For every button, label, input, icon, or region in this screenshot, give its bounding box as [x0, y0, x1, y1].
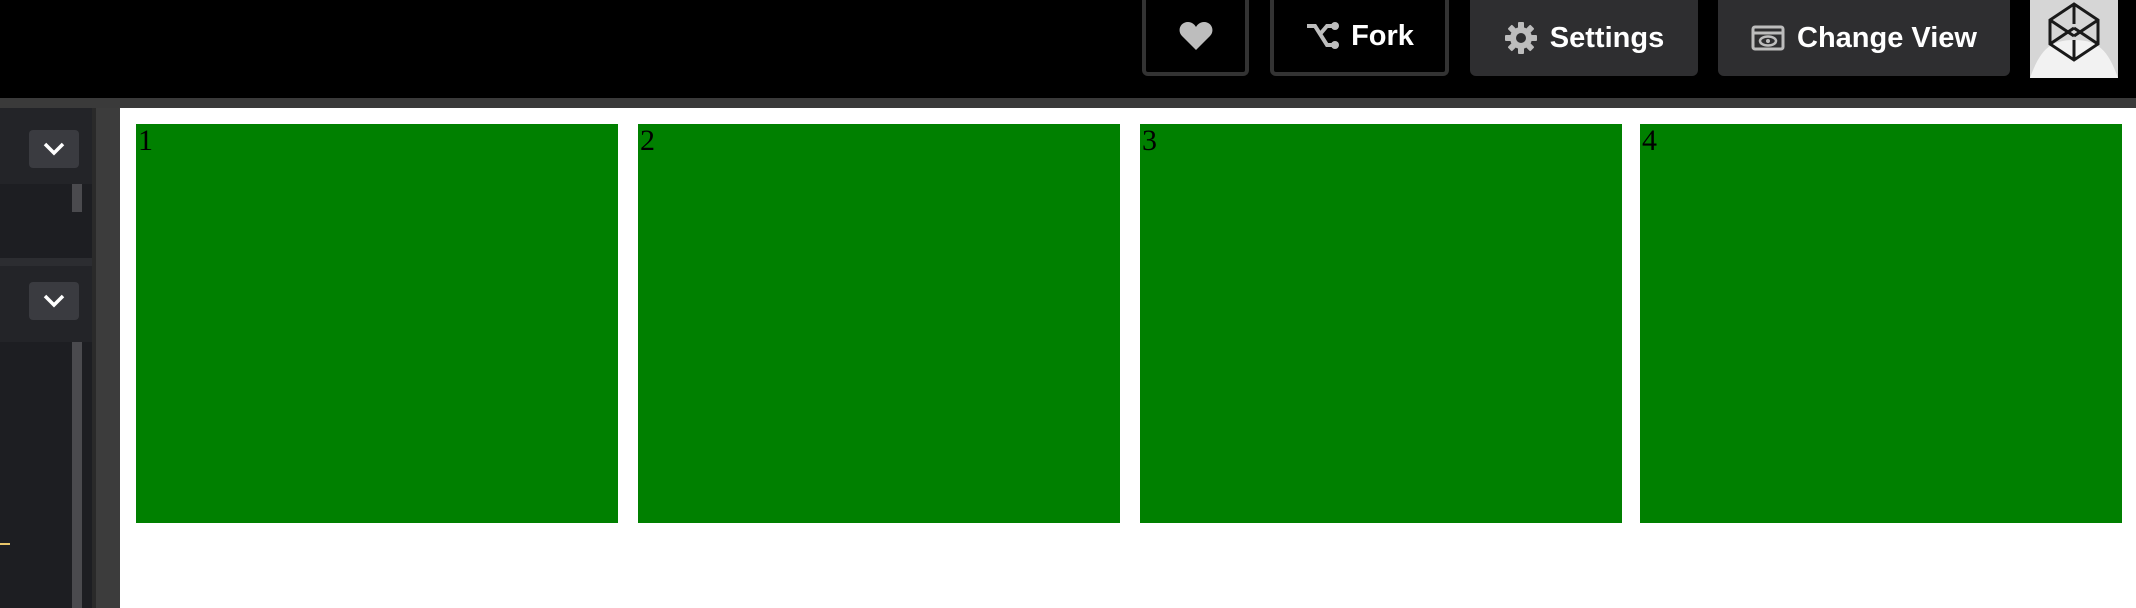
- green-box: 4: [1640, 124, 2122, 523]
- resize-handle[interactable]: [92, 108, 120, 608]
- box-label: 2: [640, 124, 655, 157]
- chevron-down-icon: [43, 142, 65, 156]
- top-bar: Fork Settings Change View: [0, 0, 2136, 98]
- settings-button[interactable]: Settings: [1470, 0, 1698, 76]
- codepen-logo: [2030, 0, 2118, 78]
- panel-divider[interactable]: [0, 258, 92, 266]
- scrollbar-2[interactable]: [72, 342, 82, 608]
- box-label: 4: [1642, 124, 1657, 157]
- resize-handle-edge: [92, 108, 96, 608]
- collapse-button-2[interactable]: [29, 282, 79, 320]
- chevron-down-icon: [43, 294, 65, 308]
- change-view-button[interactable]: Change View: [1718, 0, 2010, 76]
- heart-icon: [1179, 21, 1213, 51]
- green-box: 2: [638, 124, 1120, 523]
- avatar[interactable]: [2030, 0, 2118, 78]
- scrollbar-1[interactable]: [72, 184, 82, 212]
- code-fragment: [0, 543, 10, 545]
- eye-icon: [1751, 25, 1785, 51]
- box-label: 1: [138, 124, 153, 157]
- green-box: 3: [1140, 124, 1622, 523]
- green-box: 1: [136, 124, 618, 523]
- collapse-button-1[interactable]: [29, 130, 79, 168]
- change-view-label: Change View: [1797, 21, 1977, 54]
- fork-button[interactable]: Fork: [1270, 0, 1449, 76]
- gear-icon: [1504, 21, 1538, 55]
- box-label: 3: [1142, 124, 1157, 157]
- fork-label: Fork: [1351, 19, 1414, 52]
- top-bar-edge: [0, 98, 2136, 108]
- like-button[interactable]: [1142, 0, 1249, 76]
- fork-icon: [1305, 21, 1340, 51]
- settings-label: Settings: [1549, 21, 1665, 54]
- preview-pane: 1 2 3 4: [120, 108, 2136, 608]
